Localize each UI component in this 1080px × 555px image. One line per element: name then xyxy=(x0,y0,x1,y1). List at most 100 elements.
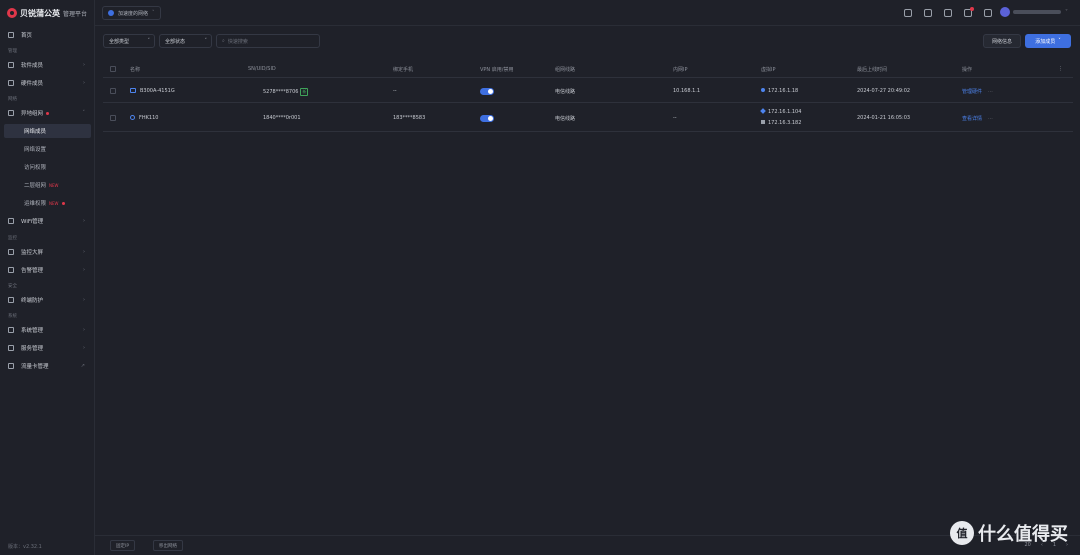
sidebar-item-label: 终端防护 xyxy=(21,298,44,304)
chevron-right-icon: › xyxy=(83,327,85,333)
sidebar-item-label: 二层组网 xyxy=(24,183,47,189)
external-link-icon: ↗ xyxy=(80,363,85,369)
watermark-text: 什么值得买 xyxy=(978,524,1068,545)
sidebar-item-wifi[interactable]: WiFi管理 › xyxy=(0,214,95,228)
chevron-right-icon: › xyxy=(83,218,85,224)
brand-subtitle: 管理平台 xyxy=(63,10,88,18)
fixed-ip-button[interactable]: 固定IP xyxy=(110,540,136,551)
row-actions: 管理硬件 ··· xyxy=(962,88,993,95)
windows-icon xyxy=(761,120,765,124)
brand-mark-icon xyxy=(7,8,17,18)
more-actions-icon[interactable]: ··· xyxy=(988,89,993,95)
sidebar-item-traffic-card[interactable]: 流量卡管理 ↗ xyxy=(0,359,95,373)
download-icon[interactable] xyxy=(904,9,912,17)
service-icon xyxy=(8,345,14,351)
sidebar: 贝锐蒲公英 管理平台 首页 管理 软件成员 › 硬件成员 › 网络 异地组网 ˅… xyxy=(0,0,95,555)
button-label: 添加成员 xyxy=(1035,38,1056,45)
member-vip: 172.16.1.104 xyxy=(760,108,801,115)
sidebar-item-software-member[interactable]: 软件成员 › xyxy=(0,58,95,72)
chevron-down-icon: ˅ xyxy=(147,38,151,44)
apps-grid-icon[interactable] xyxy=(984,9,992,17)
search-input[interactable]: ⌕ 快速搜索 xyxy=(216,34,320,48)
vpn-toggle[interactable] xyxy=(480,88,494,95)
sidebar-item-service-manage[interactable]: 服务管理 › xyxy=(0,341,95,355)
sidebar-item-hardware-member[interactable]: 硬件成员 › xyxy=(0,76,95,90)
sidebar-item-label: 流量卡管理 xyxy=(21,364,49,370)
topbar: 加速度的网络 ˅ ˅ xyxy=(95,0,1080,26)
add-member-button[interactable]: 添加成员 ˅ xyxy=(1025,34,1071,48)
ip-diamond-icon xyxy=(760,108,766,114)
sidebar-subitem-members[interactable]: 网络成员 xyxy=(4,124,91,138)
help-icon[interactable] xyxy=(944,9,952,17)
chevron-right-icon: › xyxy=(83,62,85,68)
col-line: 组网线路 xyxy=(555,67,576,73)
bell-icon xyxy=(8,267,14,273)
version-label: 版本：v2.32.1 xyxy=(8,544,42,550)
filter-toolbar: 全部类型 ˅ 全部状态 ˅ ⌕ 快速搜索 网络信息 添加成员 ˅ xyxy=(103,34,1073,48)
member-lan-ip: 10.168.1.1 xyxy=(673,88,701,94)
section-monitor: 监控 xyxy=(8,236,17,241)
ip-status-icon xyxy=(761,88,765,92)
wifi-icon xyxy=(8,218,14,224)
username-blurred xyxy=(1013,10,1061,14)
sidebar-subitem-layer2[interactable]: 二层组网 NEW xyxy=(0,178,95,192)
search-icon: ⌕ xyxy=(222,38,225,44)
watermark-logo: 值 xyxy=(950,521,974,545)
table-row[interactable]: B300A-4151G 5278****8706 新 -- 电信线路 10.168… xyxy=(103,79,1073,103)
notification-bell-icon[interactable] xyxy=(964,7,974,17)
sidebar-item-home[interactable]: 首页 xyxy=(0,28,95,42)
table-row[interactable]: FHK110 1840****0r001 183****8583 电信线路 --… xyxy=(103,104,1073,132)
chevron-right-icon: › xyxy=(83,267,85,273)
member-last-online: 2024-07-27 20:49:02 xyxy=(857,88,911,94)
col-vip: 虚拟IP xyxy=(761,67,776,73)
col-name: 名称 xyxy=(130,67,141,73)
column-settings-icon[interactable]: ⋮ xyxy=(1058,66,1063,72)
network-info-button[interactable]: 网络信息 xyxy=(983,34,1021,48)
sidebar-item-monitor-screen[interactable]: 监控大屏 › xyxy=(0,245,95,259)
sidebar-subitem-ops[interactable]: 运维权限 NEW xyxy=(0,196,95,210)
member-sn: 5278****8706 新 xyxy=(263,88,309,96)
manage-hardware-link[interactable]: 管理硬件 xyxy=(962,89,982,95)
user-menu[interactable]: ˅ xyxy=(1000,7,1068,17)
user-icon xyxy=(130,115,135,120)
sidebar-item-label: WiFi管理 xyxy=(21,219,44,225)
view-details-link[interactable]: 查看详情 xyxy=(962,116,982,122)
avatar xyxy=(1000,7,1010,17)
notification-dot xyxy=(61,201,65,205)
sidebar-item-label: 服务管理 xyxy=(21,346,44,352)
vip-text: 172.16.3.182 xyxy=(768,120,802,126)
sidebar-item-terminal-protect[interactable]: 终端防护 › xyxy=(0,293,95,307)
headset-icon[interactable] xyxy=(924,9,932,17)
member-name-text: B300A-4151G xyxy=(140,88,175,94)
brand-logo[interactable]: 贝锐蒲公英 管理平台 xyxy=(7,7,87,19)
select-all-checkbox[interactable] xyxy=(110,66,116,72)
sidebar-item-alert[interactable]: 告警管理 › xyxy=(0,263,95,277)
chevron-down-icon: ˅ xyxy=(1065,8,1068,16)
new-badge: NEW xyxy=(49,182,59,188)
sidebar-subitem-settings[interactable]: 网络设置 xyxy=(0,142,95,156)
sidebar-item-intranet[interactable]: 异地组网 ˅ xyxy=(0,106,95,120)
sidebar-subitem-access[interactable]: 访问权限 xyxy=(0,160,95,174)
sidebar-item-system-manage[interactable]: 系统管理 › xyxy=(0,323,95,337)
vip-text: 172.16.1.18 xyxy=(768,88,799,94)
row-checkbox[interactable] xyxy=(110,88,116,94)
more-actions-icon[interactable]: ··· xyxy=(988,116,993,122)
section-security: 安全 xyxy=(8,284,17,289)
remove-from-network-button[interactable]: 移出网络 xyxy=(153,540,183,551)
type-filter-select[interactable]: 全部类型 ˅ xyxy=(103,34,155,48)
section-manage: 管理 xyxy=(8,49,17,54)
chevron-right-icon: › xyxy=(83,345,85,351)
network-selector[interactable]: 加速度的网络 ˅ xyxy=(102,6,161,20)
topbar-icons xyxy=(904,7,992,17)
member-name-text: FHK110 xyxy=(139,115,159,121)
vpn-toggle[interactable] xyxy=(480,115,494,122)
sidebar-item-label: 告警管理 xyxy=(21,268,44,274)
member-sn: 1840****0r001 xyxy=(263,115,301,121)
member-line: 电信线路 xyxy=(555,89,576,95)
chevron-down-icon: ˅ xyxy=(82,110,86,116)
row-checkbox[interactable] xyxy=(110,115,116,121)
router-icon xyxy=(130,88,136,93)
status-filter-select[interactable]: 全部状态 ˅ xyxy=(159,34,212,48)
device-icon xyxy=(8,80,14,86)
member-vip-2: 172.16.3.182 xyxy=(761,120,801,126)
